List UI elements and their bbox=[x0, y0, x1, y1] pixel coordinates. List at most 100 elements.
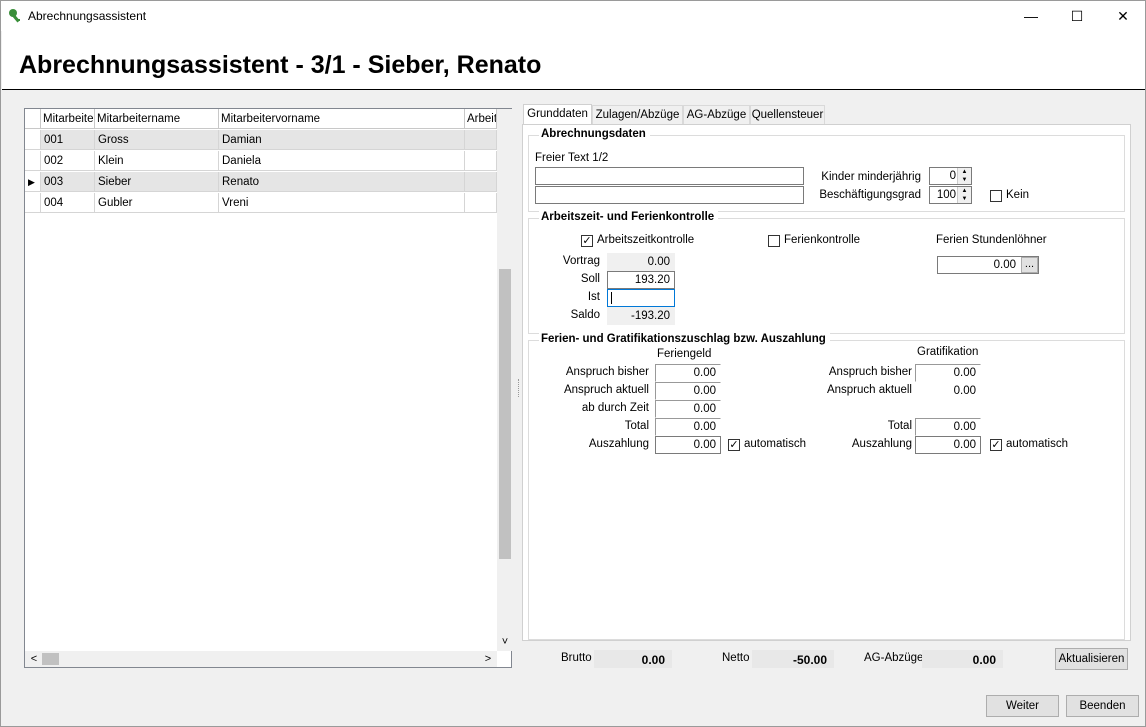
page-header: Abrechnungsassistent - 3/1 - Sieber, Ren… bbox=[2, 31, 1145, 90]
gr-auszahlung-input[interactable]: 0.00 bbox=[915, 436, 981, 454]
fg-anspruch-aktuell-label: Anspruch aktuell bbox=[563, 384, 649, 396]
netto-value: -50.00 bbox=[752, 650, 834, 668]
row-header[interactable] bbox=[25, 130, 41, 150]
column-header-nr[interactable]: Mitarbeiten bbox=[41, 109, 95, 129]
close-button[interactable]: ✕ bbox=[1100, 1, 1146, 31]
fg-auszahlung-input[interactable]: 0.00 bbox=[655, 436, 721, 454]
vertical-scrollbar[interactable]: ˅ bbox=[497, 109, 513, 651]
feriengeld-header: Feriengeld bbox=[657, 348, 712, 360]
vertical-scroll-thumb[interactable] bbox=[499, 269, 511, 559]
gr-anspruch-aktuell-field[interactable]: 0.00 bbox=[915, 382, 981, 400]
beschaeftigungsgrad-value: 100 bbox=[936, 189, 956, 201]
brutto-value: 0.00 bbox=[594, 650, 672, 668]
beenden-button[interactable]: Beenden bbox=[1066, 695, 1139, 717]
ist-label: Ist bbox=[587, 291, 600, 303]
gr-total-field: 0.00 bbox=[915, 418, 981, 436]
ist-input[interactable] bbox=[607, 289, 675, 307]
column-header-arbeits[interactable]: Arbeits bbox=[465, 109, 497, 129]
arbeitszeitkontrolle-label: Arbeitszeitkontrolle bbox=[597, 234, 695, 246]
beschaeftigungsgrad-spinner[interactable]: 100 ▲ ▼ bbox=[929, 186, 972, 204]
fg-ab-durch-zeit-label: ab durch Zeit bbox=[581, 402, 649, 414]
vortrag-label: Vortrag bbox=[562, 255, 600, 267]
ferien-stundenloehner-browse-button[interactable]: ... bbox=[1021, 257, 1038, 273]
cell-mitarbeitername[interactable]: Sieber bbox=[95, 172, 219, 192]
netto-label: Netto bbox=[722, 652, 750, 664]
cell-arbeits[interactable] bbox=[465, 193, 497, 213]
fg-automatisch-checkbox[interactable]: ✓ bbox=[728, 439, 740, 451]
brutto-label: Brutto bbox=[561, 652, 592, 664]
fg-anspruch-bisher-label: Anspruch bisher bbox=[565, 366, 649, 378]
cell-arbeits[interactable] bbox=[465, 130, 497, 150]
table-row[interactable]: 002 Klein Daniela bbox=[25, 151, 497, 172]
arbeitszeitkontrolle-checkbox[interactable]: ✓ bbox=[581, 235, 593, 247]
fg-ab-durch-zeit-field[interactable]: 0.00 bbox=[655, 400, 721, 418]
row-header[interactable] bbox=[25, 193, 41, 213]
row-header[interactable]: ▶ bbox=[25, 172, 41, 192]
ferienkontrolle-checkbox[interactable] bbox=[768, 235, 780, 247]
horizontal-scroll-thumb[interactable] bbox=[42, 653, 59, 665]
fg-anspruch-aktuell-field[interactable]: 0.00 bbox=[655, 382, 721, 400]
grunddaten-panel: Abrechnungsdaten Freier Text 1/2 Kinder … bbox=[522, 124, 1131, 641]
window-title: Abrechnungsassistent bbox=[28, 9, 147, 23]
vortrag-field: 0.00 bbox=[607, 253, 675, 271]
soll-input[interactable]: 193.20 bbox=[607, 271, 675, 289]
cell-arbeits[interactable] bbox=[465, 172, 497, 192]
gr-anspruch-aktuell-label: Anspruch aktuell bbox=[826, 384, 912, 396]
column-header-vorname[interactable]: Mitarbeitervorname bbox=[219, 109, 465, 129]
fg-auszahlung-label: Auszahlung bbox=[588, 438, 649, 450]
cell-mitarbeitername[interactable]: Klein bbox=[95, 151, 219, 171]
table-row[interactable]: 004 Gubler Vreni bbox=[25, 193, 497, 214]
column-header-name[interactable]: Mitarbeitername bbox=[95, 109, 219, 129]
spinner-arrows-icon[interactable]: ▲ ▼ bbox=[957, 168, 971, 184]
kein-checkbox[interactable] bbox=[990, 190, 1002, 202]
spinner-arrows-icon[interactable]: ▲ ▼ bbox=[957, 187, 971, 203]
aktualisieren-button[interactable]: Aktualisieren bbox=[1055, 648, 1128, 670]
minimize-button[interactable]: — bbox=[1008, 1, 1054, 31]
tab-ag-abzuege[interactable]: AG-Abzüge bbox=[683, 105, 750, 124]
freier-text-label: Freier Text 1/2 bbox=[535, 152, 609, 164]
tab-quellensteuer[interactable]: Quellensteuer bbox=[750, 105, 825, 124]
scroll-right-icon[interactable]: ˃ bbox=[481, 651, 495, 667]
page-title: Abrechnungsassistent - 3/1 - Sieber, Ren… bbox=[19, 51, 542, 79]
freier-text-2-input[interactable] bbox=[535, 186, 804, 204]
cell-mitarbeitervorname[interactable]: Vreni bbox=[219, 193, 465, 213]
tab-grunddaten[interactable]: Grunddaten bbox=[523, 104, 592, 125]
scroll-down-icon[interactable]: ˅ bbox=[497, 635, 513, 649]
cell-mitarbeiter-nr[interactable]: 001 bbox=[41, 130, 95, 150]
freier-text-1-input[interactable] bbox=[535, 167, 804, 185]
fg-anspruch-bisher-field[interactable]: 0.00 bbox=[655, 364, 721, 382]
ferienkontrolle-label: Ferienkontrolle bbox=[784, 234, 861, 246]
cell-mitarbeitervorname[interactable]: Damian bbox=[219, 130, 465, 150]
kinder-label: Kinder minderjährig bbox=[821, 171, 921, 183]
table-row[interactable]: 001 Gross Damian bbox=[25, 130, 497, 151]
cell-mitarbeiter-nr[interactable]: 003 bbox=[41, 172, 95, 192]
gr-automatisch-checkbox[interactable]: ✓ bbox=[990, 439, 1002, 451]
cell-mitarbeiter-nr[interactable]: 004 bbox=[41, 193, 95, 213]
gr-automatisch-label: automatisch bbox=[1006, 438, 1069, 450]
weiter-button[interactable]: Weiter bbox=[986, 695, 1059, 717]
cell-arbeits[interactable] bbox=[465, 151, 497, 171]
row-header-corner bbox=[25, 109, 41, 129]
kinder-spinner[interactable]: 0 ▲ ▼ bbox=[929, 167, 972, 185]
gr-total-label: Total bbox=[887, 420, 912, 432]
tab-zulagen-abzuege[interactable]: Zulagen/Abzüge bbox=[592, 105, 683, 124]
current-row-marker-icon: ▶ bbox=[28, 177, 35, 187]
gr-anspruch-bisher-field[interactable]: 0.00 bbox=[915, 364, 981, 382]
maximize-button[interactable]: ☐ bbox=[1054, 1, 1100, 31]
cell-mitarbeitername[interactable]: Gross bbox=[95, 130, 219, 150]
grid-header-row: Mitarbeiten Mitarbeitername Mitarbeiterv… bbox=[25, 109, 497, 130]
row-header[interactable] bbox=[25, 151, 41, 171]
ag-abzuege-label: AG-Abzüge bbox=[864, 652, 924, 664]
cell-mitarbeitername[interactable]: Gubler bbox=[95, 193, 219, 213]
cell-mitarbeitervorname[interactable]: Daniela bbox=[219, 151, 465, 171]
soll-label: Soll bbox=[580, 273, 600, 285]
table-row[interactable]: ▶ 003 Sieber Renato bbox=[25, 172, 497, 193]
ferien-stundenloehner-label: Ferien Stundenlöhner bbox=[936, 234, 1047, 246]
cell-mitarbeiter-nr[interactable]: 002 bbox=[41, 151, 95, 171]
abrechnungsdaten-label: Abrechnungsdaten bbox=[539, 128, 650, 140]
cell-mitarbeitervorname[interactable]: Renato bbox=[219, 172, 465, 192]
employee-grid[interactable]: Mitarbeiten Mitarbeitername Mitarbeiterv… bbox=[24, 108, 513, 668]
horizontal-scrollbar[interactable]: ˂ ˃ bbox=[25, 651, 497, 667]
saldo-field: -193.20 bbox=[607, 307, 675, 325]
scroll-left-icon[interactable]: ˂ bbox=[27, 651, 41, 667]
